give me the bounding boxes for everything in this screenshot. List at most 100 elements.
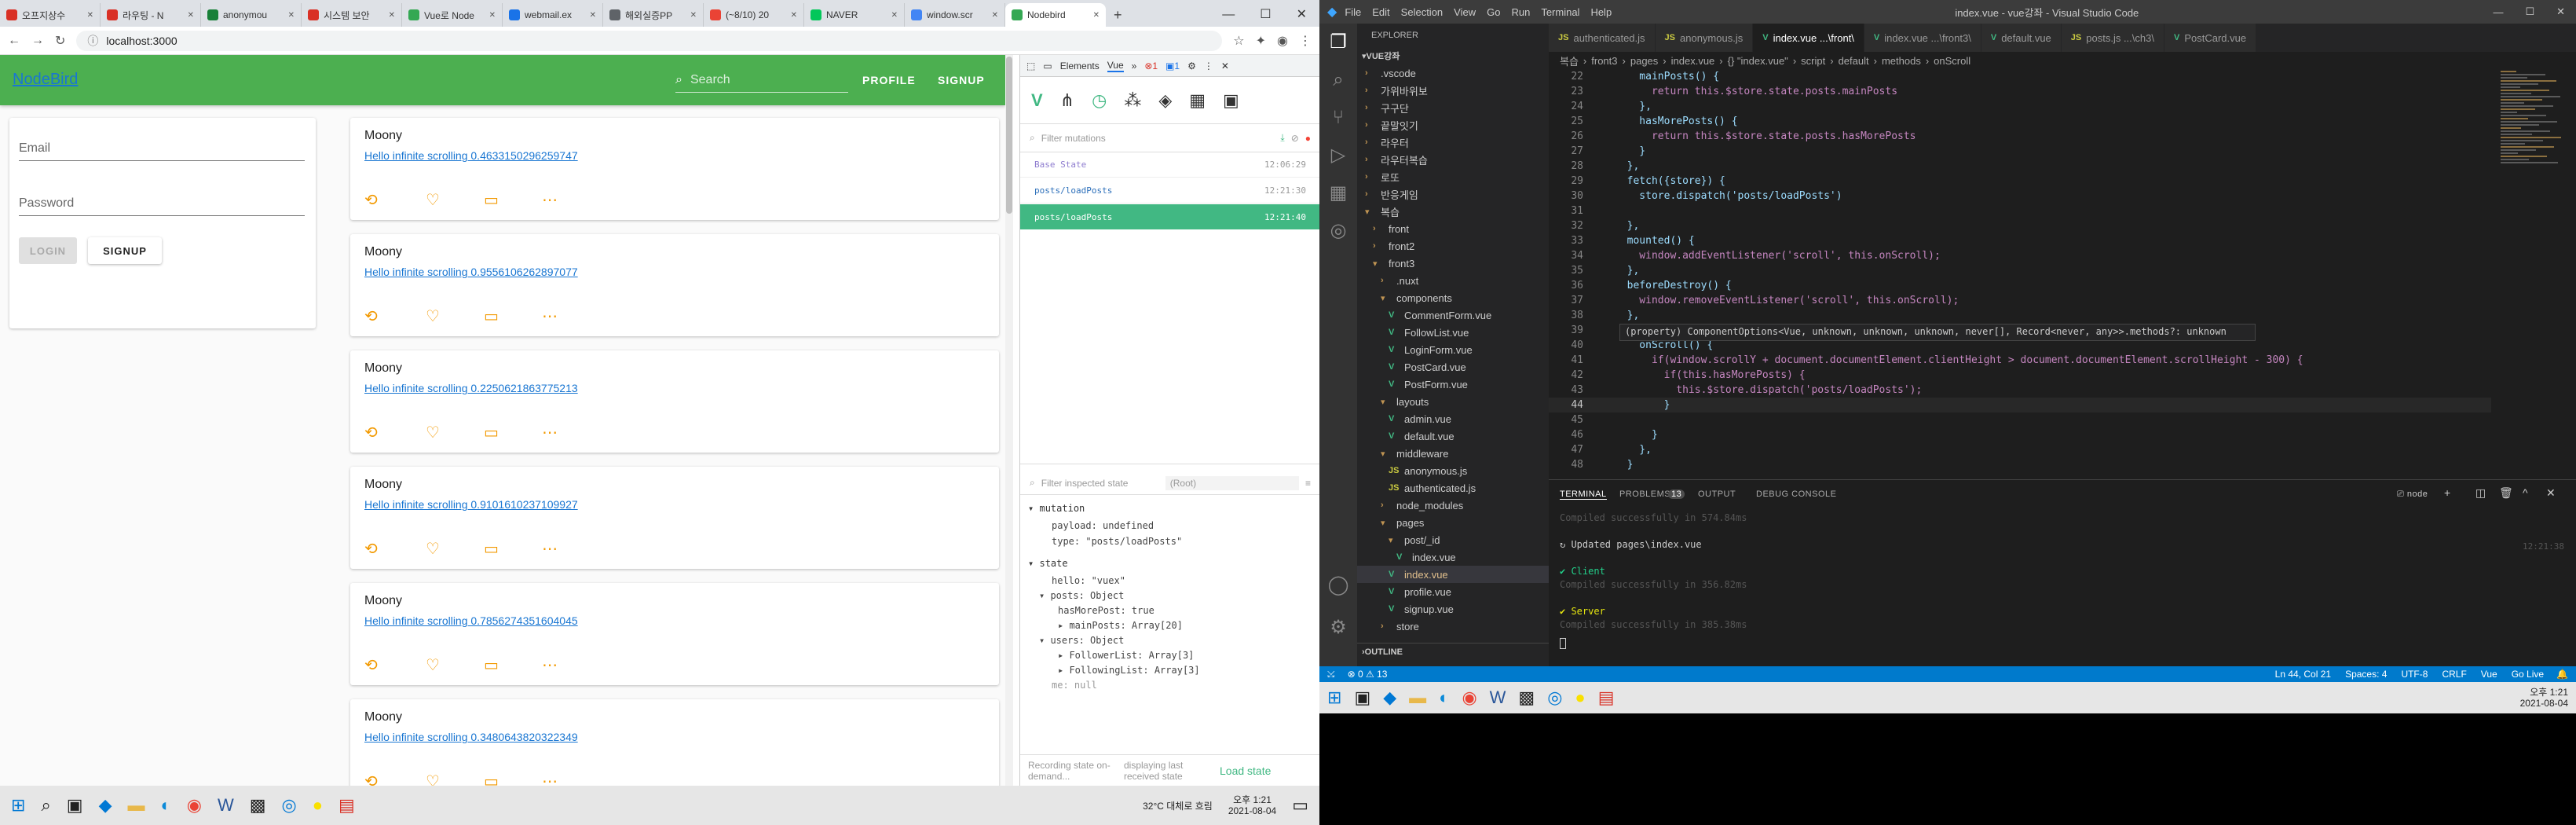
extensions-icon[interactable]: ✦	[1256, 33, 1266, 49]
reload-icon[interactable]: ↻	[55, 33, 65, 49]
post-content-link[interactable]: Hello infinite scrolling 0.9556106262897…	[364, 266, 578, 278]
tree-item[interactable]: › 구구단	[1357, 99, 1549, 116]
editor-tab[interactable]: JS anonymous.js	[1655, 24, 1754, 52]
browser-tab[interactable]: anonymou ✕	[201, 3, 302, 27]
menu-go[interactable]: Go	[1487, 6, 1500, 18]
menu-selection[interactable]: Selection	[1401, 6, 1443, 18]
mutation-item[interactable]: posts/loadPosts 12:21:40	[1020, 204, 1319, 229]
breadcrumb-item[interactable]: index.vue	[1671, 55, 1715, 67]
heart-icon[interactable]: ♡	[426, 655, 440, 675]
app-icon[interactable]: ▩	[1518, 688, 1535, 708]
menu-run[interactable]: Run	[1511, 6, 1530, 18]
browser-tab[interactable]: webmail.ex ✕	[503, 3, 603, 27]
tree-item[interactable]: › 라우터	[1357, 134, 1549, 151]
search-icon[interactable]: ⌕	[1319, 61, 1357, 99]
tab-close-icon[interactable]: ✕	[992, 11, 998, 20]
split-terminal-icon[interactable]: ◫	[2475, 486, 2486, 500]
tab-close-icon[interactable]: ✕	[791, 11, 797, 20]
manage-gear-icon[interactable]: ⚙	[1319, 616, 1357, 639]
heart-icon[interactable]: ♡	[426, 423, 440, 442]
word-icon[interactable]: W	[218, 795, 234, 816]
tab-close-icon[interactable]: ✕	[188, 11, 194, 20]
logo-link[interactable]: NodeBird	[13, 71, 78, 89]
breadcrumb-item[interactable]: 복습	[1560, 53, 1579, 68]
breadcrumb-item[interactable]: methods	[1882, 55, 1921, 67]
state-row[interactable]: me: null	[1028, 680, 1311, 695]
pdf-icon[interactable]: ▤	[338, 795, 355, 816]
checklist-icon[interactable]: ◎	[282, 795, 297, 816]
checklist-icon[interactable]: ◎	[1547, 688, 1562, 708]
tree-item[interactable]: › .nuxt	[1357, 272, 1549, 289]
retweet-icon[interactable]: ⟲	[364, 655, 378, 675]
kill-terminal-icon[interactable]: 🗑	[2499, 486, 2513, 500]
task-view-icon[interactable]: ▣	[1354, 688, 1370, 708]
kebab-icon[interactable]: ⋮	[1204, 60, 1213, 72]
status-item[interactable]: UTF-8	[2401, 669, 2428, 680]
signup-nav-button[interactable]: SIGNUP	[938, 74, 985, 86]
tree-item[interactable]: V LoginForm.vue	[1357, 341, 1549, 358]
notifications-bell-icon[interactable]: 🔔	[2556, 669, 2568, 680]
browser-tab[interactable]: (~8/10) 20 ✕	[704, 3, 804, 27]
vuex-history-icon[interactable]: ◷	[1092, 90, 1107, 111]
breadcrumb-item[interactable]: {} "index.vue"	[1728, 55, 1788, 67]
settings-icon[interactable]: ⚙	[1187, 60, 1196, 72]
mutation-filter-input[interactable]: Filter mutations	[1041, 133, 1275, 144]
comment-icon[interactable]: ▭	[484, 190, 499, 210]
retweet-icon[interactable]: ⟲	[364, 772, 378, 786]
status-item[interactable]: Ln 44, Col 21	[2275, 669, 2331, 680]
tab-vue[interactable]: Vue	[1107, 60, 1124, 72]
extensions-icon[interactable]: ▦	[1319, 174, 1357, 212]
menu-terminal[interactable]: Terminal	[1541, 6, 1579, 18]
tree-item[interactable]: ▾ layouts	[1357, 393, 1549, 410]
more-icon[interactable]: ⋯	[542, 772, 558, 786]
state-row[interactable]: hasMorePost: true	[1028, 605, 1311, 620]
workspace-root[interactable]: ▾ VUE강좌	[1357, 47, 1549, 64]
breadcrumb-item[interactable]: script	[1801, 55, 1825, 67]
browser-tab[interactable]: NAVER ✕	[804, 3, 905, 27]
status-item[interactable]: Go Live	[2512, 669, 2544, 680]
tree-item[interactable]: V PostCard.vue	[1357, 358, 1549, 376]
comment-icon[interactable]: ▭	[484, 655, 499, 675]
comment-icon[interactable]: ▭	[484, 772, 499, 786]
windows-start-icon[interactable]: ⊞	[1327, 688, 1341, 708]
editor-tab[interactable]: Vindex.vue ...\front\	[1753, 24, 1864, 52]
tree-item[interactable]: Vsignup.vue	[1357, 600, 1549, 618]
more-icon[interactable]: ⋯	[542, 423, 558, 442]
clock[interactable]: 오후 1:21 2021-08-04	[1228, 794, 1276, 816]
tree-item[interactable]: › 반응게임	[1357, 185, 1549, 203]
password-field[interactable]: Password	[19, 196, 74, 211]
retweet-icon[interactable]: ⟲	[364, 539, 378, 559]
file-explorer-icon[interactable]: ▬	[127, 795, 145, 816]
breadcrumb-item[interactable]: default	[1839, 55, 1869, 67]
tree-item[interactable]: ▾ 복습	[1357, 203, 1549, 220]
tree-item[interactable]: V FollowList.vue	[1357, 324, 1549, 341]
tree-item[interactable]: Vdefault.vue	[1357, 427, 1549, 445]
code-editor[interactable]: 22 mainPosts() {23 return this.$store.st…	[1549, 69, 2499, 479]
heart-icon[interactable]: ♡	[426, 539, 440, 559]
notification-icon[interactable]: ▭	[1292, 795, 1308, 816]
weather-text[interactable]: 32°C 대체로 흐림	[1143, 799, 1213, 812]
run-debug-icon[interactable]: ▷	[1319, 137, 1357, 174]
maximize-icon[interactable]: ☐	[2514, 6, 2545, 18]
explorer-icon[interactable]: ❐	[1319, 24, 1357, 61]
browser-tab[interactable]: Nodebird ✕	[1005, 3, 1106, 27]
menu-edit[interactable]: Edit	[1372, 6, 1389, 18]
state-row[interactable]: ▸ mainPosts: Array[20]	[1028, 620, 1311, 635]
close-window-icon[interactable]: ✕	[2545, 6, 2576, 18]
tree-item[interactable]: Vindex.vue	[1357, 548, 1549, 566]
page-scrollbar-thumb[interactable]	[1006, 57, 1012, 214]
search-input[interactable]: Search	[690, 73, 730, 87]
new-tab-button[interactable]: +	[1106, 3, 1130, 27]
breadcrumb-item[interactable]: pages	[1630, 55, 1658, 67]
expand-icon[interactable]: ▸	[1058, 665, 1069, 676]
status-item[interactable]: Spaces: 4	[2345, 669, 2387, 680]
comment-icon[interactable]: ▭	[484, 423, 499, 442]
load-state-link[interactable]: Load state	[1220, 764, 1271, 777]
tree-item[interactable]: JS anonymous.js	[1357, 462, 1549, 479]
minimap[interactable]	[2501, 69, 2571, 195]
tree-item[interactable]: › store	[1357, 618, 1549, 635]
browser-tab[interactable]: 오프지상수 ✕	[0, 3, 101, 27]
tab-close-icon[interactable]: ✕	[389, 11, 395, 20]
close-window-icon[interactable]: ✕	[1284, 3, 1319, 27]
signup-button[interactable]: SIGNUP	[88, 237, 162, 264]
